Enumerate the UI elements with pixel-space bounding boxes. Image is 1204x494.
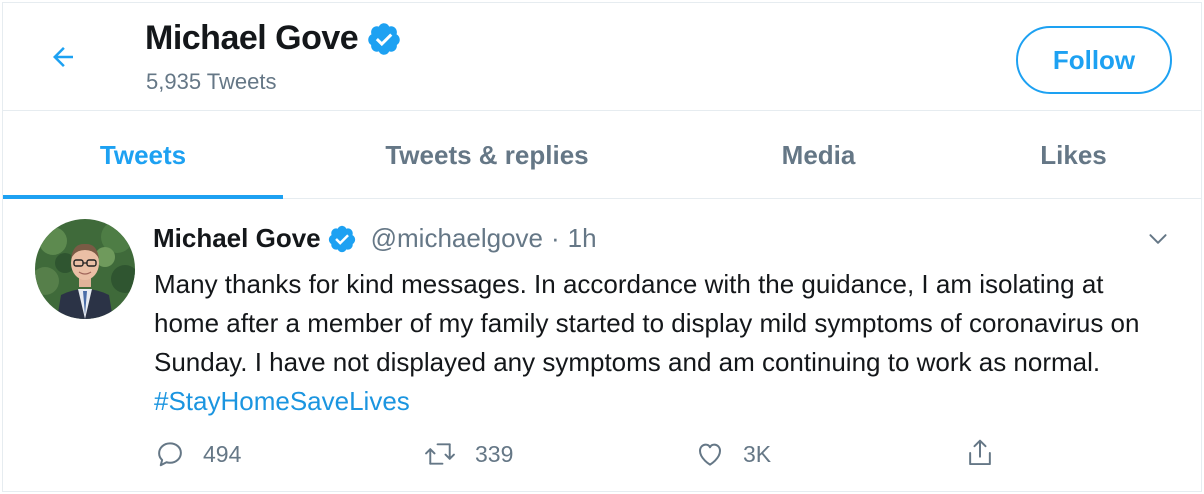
like-button[interactable]: 3K [695,439,771,469]
tweet-actions: 494 339 3K [3,435,1201,475]
chevron-down-icon [1149,234,1167,244]
verified-badge-icon [368,22,400,55]
follow-button[interactable]: Follow [1016,26,1172,94]
tweet-text-content: Many thanks for kind messages. In accord… [154,269,1140,377]
back-button[interactable] [43,37,83,77]
tweet-menu-button[interactable] [1140,221,1176,257]
profile-name: Michael Gove [145,19,359,57]
retweet-button[interactable]: 339 [423,439,513,469]
share-button[interactable] [965,437,995,469]
tab-tweets[interactable]: Tweets [3,111,283,199]
profile-name-row: Michael Gove [145,19,402,58]
heart-icon [699,443,721,466]
tweet-text: Many thanks for kind messages. In accord… [154,265,1164,421]
tab-likes[interactable]: Likes [946,111,1201,199]
avatar[interactable] [35,219,135,319]
profile-tabs: Tweets Tweets & replies Media Likes [3,111,1201,199]
meta-separator: · [551,223,560,253]
tweet-timestamp[interactable]: 1h [568,223,597,254]
profile-page: Michael Gove 5,935 Tweets Follow Tweets … [2,2,1202,492]
reply-count: 494 [203,440,242,467]
verified-badge-icon [328,225,355,252]
tab-media[interactable]: Media [691,111,946,199]
reply-icon [158,442,182,467]
tweet-card[interactable]: Michael Gove @michaelgove · 1h Many than… [3,199,1201,491]
tweet-count: 5,935 Tweets [146,69,277,94]
hashtag-link[interactable]: #StayHomeSaveLives [154,386,410,416]
tweet-header: Michael Gove @michaelgove · 1h [153,223,597,254]
avatar-image [35,219,135,319]
share-icon [969,439,991,466]
tweet-author-name[interactable]: Michael Gove [153,223,321,254]
retweet-count: 339 [475,440,514,467]
tweet-author-handle[interactable]: @michaelgove [371,223,543,254]
profile-header: Michael Gove 5,935 Tweets Follow [3,3,1201,111]
retweet-icon [425,443,455,465]
arrow-left-icon [53,47,73,67]
reply-button[interactable]: 494 [155,439,241,469]
like-count: 3K [743,440,772,467]
tab-tweets-replies[interactable]: Tweets & replies [283,111,691,199]
